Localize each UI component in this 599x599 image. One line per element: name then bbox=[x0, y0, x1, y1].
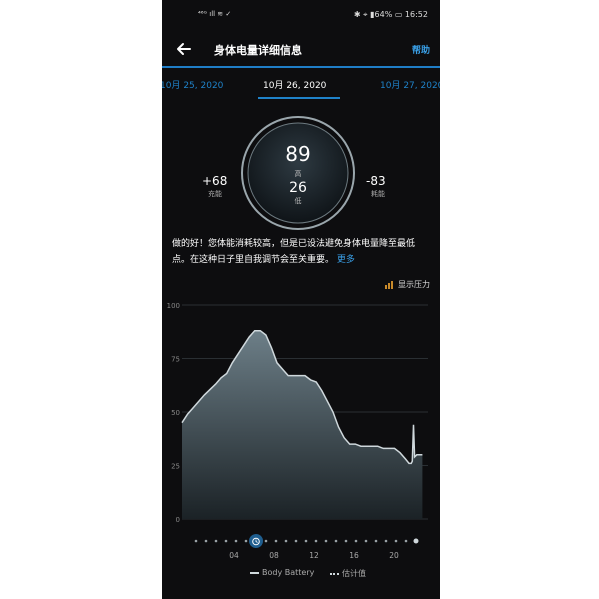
show-stress-toggle[interactable]: 显示压力 bbox=[385, 279, 430, 290]
timeline-label: 20 bbox=[389, 551, 399, 560]
timeline-dot bbox=[413, 538, 419, 544]
bar-chart-icon bbox=[385, 280, 393, 289]
show-stress-label: 显示压力 bbox=[398, 280, 430, 289]
header: 身体电量详细信息 帮助 bbox=[162, 34, 440, 64]
y-tick-label: 50 bbox=[171, 409, 180, 417]
time-scrubber[interactable]: 04 08 12 16 20 bbox=[162, 530, 440, 566]
body-battery-chart[interactable]: 0 25 50 75 100 bbox=[162, 295, 440, 535]
timeline-dot bbox=[234, 539, 238, 543]
legend-body-battery: Body Battery bbox=[250, 568, 314, 577]
more-link[interactable]: 更多 bbox=[337, 255, 355, 265]
status-right: ✱ ⌖ ▮64% ▭ 16:52 bbox=[353, 10, 428, 19]
date-tabs: 10月 25, 2020 10月 26, 2020 10月 27, 2020 bbox=[162, 78, 440, 104]
page-title: 身体电量详细信息 bbox=[214, 44, 302, 57]
timeline-dot bbox=[284, 539, 288, 543]
high-label: 高 bbox=[294, 170, 302, 178]
timeline-dot bbox=[204, 539, 208, 543]
summary-message: 做的好！您体能消耗较高，但是已设法避免身体电量降至最低点。在这种日子里自我调节会… bbox=[172, 236, 432, 268]
tab-current-date[interactable]: 10月 26, 2020 bbox=[263, 78, 326, 91]
drained-label: 耗能 bbox=[371, 190, 385, 198]
timeline-dot bbox=[214, 539, 218, 543]
summary-text: 做的好！您体能消耗较高，但是已设法避免身体电量降至最低点。在这种日子里自我调节会… bbox=[172, 239, 416, 265]
tab-prev-date[interactable]: 10月 25, 2020 bbox=[162, 78, 223, 91]
timeline-dot bbox=[354, 539, 358, 543]
charged-label: 充能 bbox=[208, 190, 222, 198]
y-tick-label: 75 bbox=[171, 356, 180, 364]
timeline-dot bbox=[274, 539, 278, 543]
timeline-dot bbox=[224, 539, 228, 543]
status-bar: ⁴⁶ᴳ ıll ≋ ✓ ✱ ⌖ ▮64% ▭ 16:52 bbox=[162, 0, 440, 28]
tab-underline bbox=[258, 97, 340, 99]
drained-value: -83 bbox=[366, 174, 386, 188]
timeline-dot bbox=[344, 539, 348, 543]
timeline-label: 04 bbox=[229, 551, 239, 560]
timeline-dot bbox=[194, 539, 198, 543]
timeline-label: 16 bbox=[349, 551, 359, 560]
chart-legend: Body Battery 估计值 bbox=[162, 568, 440, 582]
alarm-clock-icon[interactable] bbox=[249, 534, 263, 548]
timeline-dot bbox=[244, 539, 248, 543]
timeline-dot bbox=[384, 539, 388, 543]
high-value: 89 bbox=[285, 142, 311, 166]
y-tick-label: 0 bbox=[176, 516, 180, 524]
timeline-dot bbox=[374, 539, 378, 543]
phone-screen: ⁴⁶ᴳ ıll ≋ ✓ ✱ ⌖ ▮64% ▭ 16:52 身体电量详细信息 帮助… bbox=[162, 0, 440, 599]
timeline-dot bbox=[404, 539, 408, 543]
tab-next-date[interactable]: 10月 27, 2020 bbox=[380, 78, 440, 91]
low-value: 26 bbox=[289, 180, 307, 196]
legend-estimated: 估计值 bbox=[330, 568, 366, 579]
charged-value: +68 bbox=[202, 174, 228, 188]
timeline-dot bbox=[264, 539, 268, 543]
timeline-label: 12 bbox=[309, 551, 319, 560]
timeline-dot bbox=[364, 539, 368, 543]
header-divider bbox=[162, 66, 440, 68]
back-arrow-icon[interactable] bbox=[174, 39, 194, 59]
timeline-dot bbox=[334, 539, 338, 543]
timeline-dot bbox=[304, 539, 308, 543]
low-label: 低 bbox=[294, 197, 302, 205]
timeline-dot bbox=[324, 539, 328, 543]
y-tick-label: 25 bbox=[171, 463, 180, 471]
timeline-dot bbox=[294, 539, 298, 543]
timeline-label: 08 bbox=[269, 551, 279, 560]
status-left: ⁴⁶ᴳ ıll ≋ ✓ bbox=[198, 10, 232, 18]
timeline-dot bbox=[394, 539, 398, 543]
help-link[interactable]: 帮助 bbox=[412, 43, 430, 56]
timeline-dot bbox=[314, 539, 318, 543]
y-tick-label: 100 bbox=[167, 302, 180, 310]
